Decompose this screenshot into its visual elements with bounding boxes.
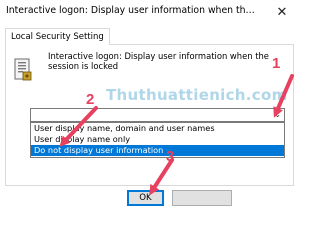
dropdown-options-list: User display name, domain and user names… (30, 122, 285, 158)
dropdown-option-full[interactable]: User display name, domain and user names (31, 123, 284, 134)
display-info-dropdown[interactable]: ⌄ (30, 108, 285, 122)
ok-button[interactable]: OK (127, 190, 164, 206)
cancel-button[interactable] (172, 190, 232, 206)
window-title: Interactive logon: Display user informat… (6, 5, 258, 16)
close-button[interactable]: ✕ (268, 3, 296, 22)
policy-document-icon (14, 58, 32, 81)
security-setting-dialog: Interactive logon: Display user informat… (0, 0, 300, 215)
tab-local-security-setting[interactable]: Local Security Setting (5, 28, 110, 45)
dropdown-option-display-name-only[interactable]: User display name only (31, 134, 284, 145)
policy-description: Interactive logon: Display user informat… (48, 51, 269, 71)
chevron-down-icon[interactable]: ⌄ (274, 110, 281, 120)
title-bar: Interactive logon: Display user informat… (0, 0, 300, 25)
watermark-text: Thuthuattienich.com (106, 86, 288, 104)
dropdown-option-do-not-display[interactable]: Do not display user information (31, 145, 284, 156)
